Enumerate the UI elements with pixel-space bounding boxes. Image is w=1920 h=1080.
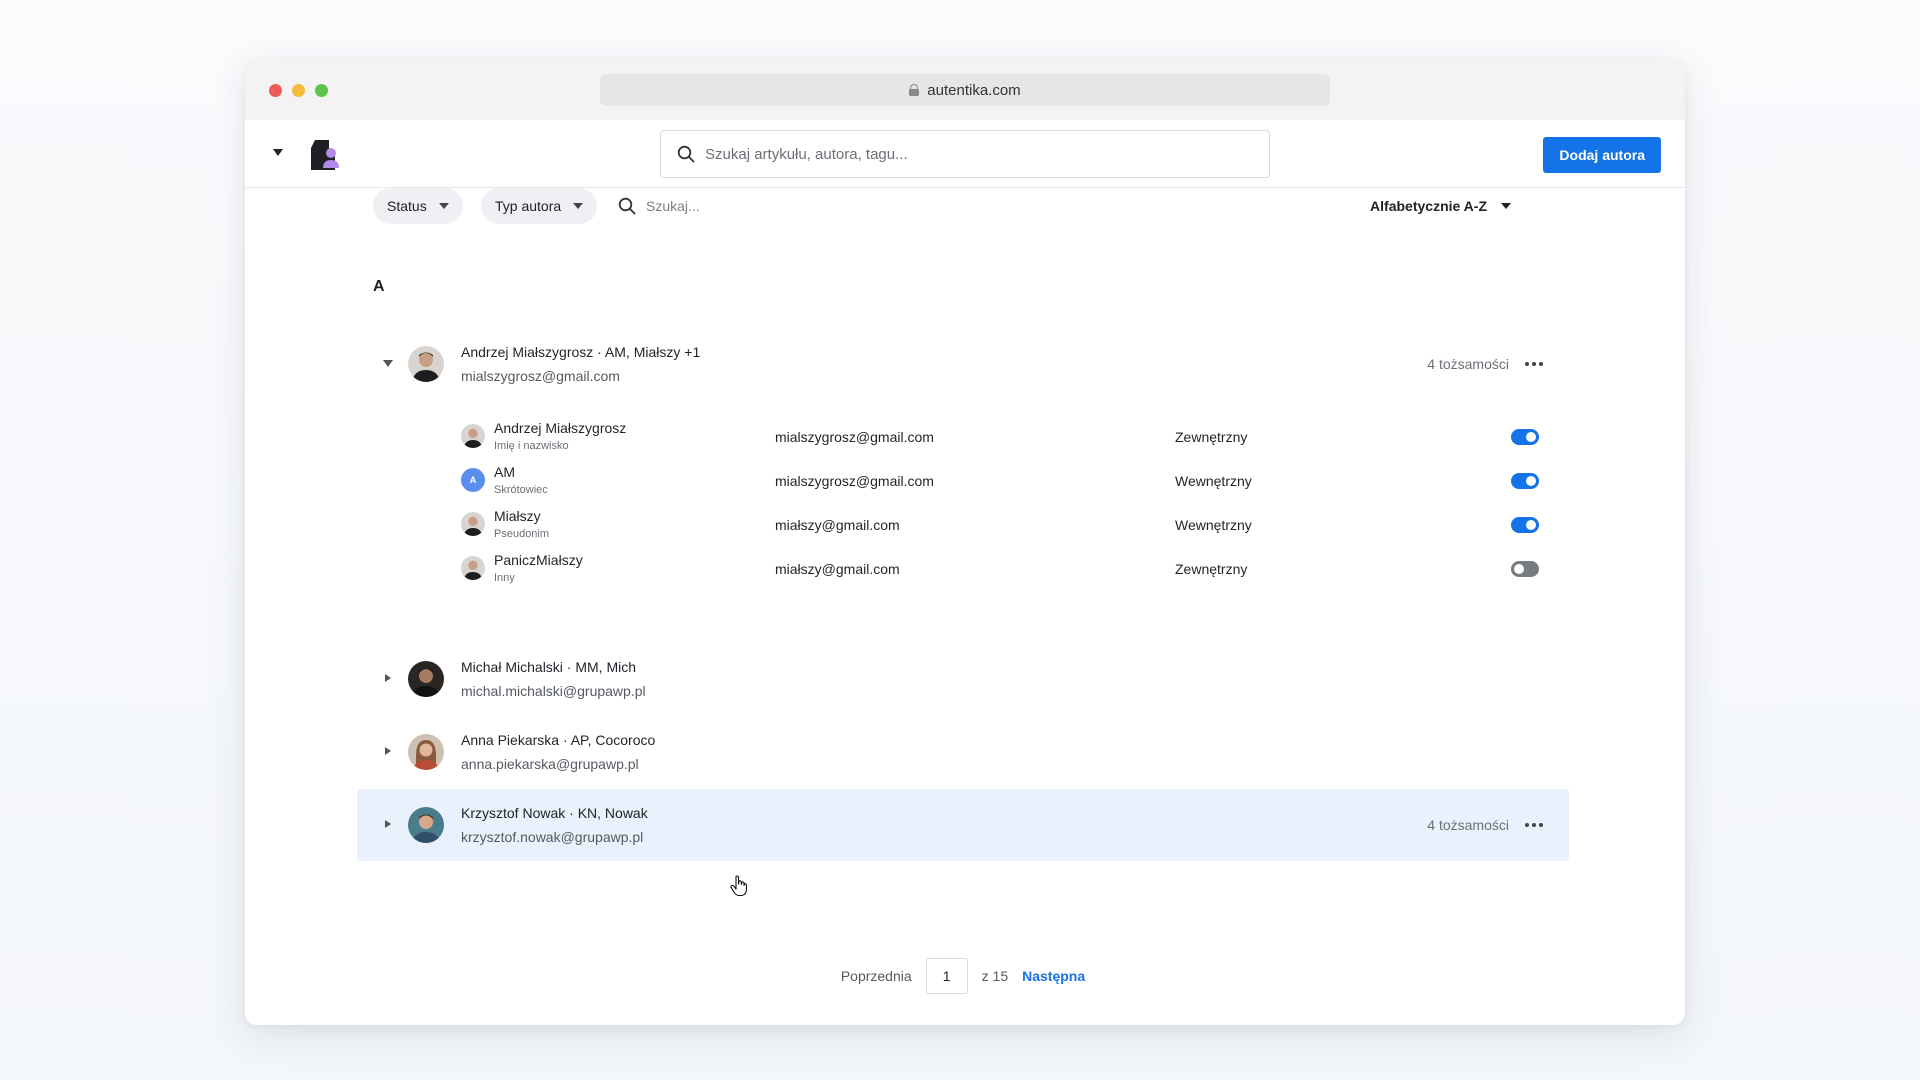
chevron-down-icon <box>1501 203 1511 209</box>
identity-type: Imię i nazwisko <box>494 440 569 452</box>
minimize-window-button[interactable] <box>292 84 305 97</box>
identity-row: Andrzej Miałszygrosz Imię i nazwisko mia… <box>461 414 1541 458</box>
search-icon <box>618 197 636 215</box>
author-row[interactable]: Krzysztof Nowak · KN, Nowak krzysztof.no… <box>357 789 1569 861</box>
filter-search[interactable]: Szukaj... <box>618 188 700 224</box>
page-number-input[interactable] <box>925 958 968 994</box>
author-email: krzysztof.nowak@grupawp.pl <box>461 829 644 845</box>
more-icon[interactable] <box>1525 362 1543 366</box>
filter-search-placeholder: Szukaj... <box>646 198 700 214</box>
group-letter: A <box>373 278 385 295</box>
identity-type: Inny <box>494 572 515 584</box>
identity-row: A AM Skrótowiec mialszygrosz@gmail.com W… <box>461 458 1541 502</box>
avatar <box>408 346 444 382</box>
identity-email: mialszygrosz@gmail.com <box>775 473 934 489</box>
chevron-down-icon <box>573 203 584 209</box>
pagination: Poprzednia z 15 Następna <box>373 958 1553 994</box>
identity-type: Pseudonim <box>494 528 550 540</box>
avatar: A <box>461 468 485 492</box>
hand-cursor-icon <box>730 875 747 897</box>
author-email: mialszygrosz@gmail.com <box>461 368 620 384</box>
identity-kind: Wewnętrzny <box>1175 517 1252 533</box>
identity-type: Skrótowiec <box>494 484 548 496</box>
collapse-icon[interactable] <box>383 360 393 367</box>
identity-kind: Zewnętrzny <box>1175 561 1248 577</box>
author-email: michal.michalski@grupawp.pl <box>461 683 646 699</box>
identity-name: PaniczMiałszy <box>494 552 583 568</box>
next-page-button[interactable]: Następna <box>1022 968 1085 984</box>
identity-email: miałszy@gmail.com <box>775 561 900 577</box>
identity-toggle[interactable] <box>1511 517 1539 533</box>
author-name[interactable]: Andrzej Miałszygrosz · AM, Miałszy +1 <box>461 344 700 360</box>
more-icon[interactable] <box>1525 823 1543 827</box>
sort-label: Alfabetycznie A-Z <box>1370 198 1487 214</box>
identity-email: miałszy@gmail.com <box>775 517 900 533</box>
expand-icon[interactable] <box>385 820 391 828</box>
browser-window: autentika.com Dodaj autora Status Typ au… <box>245 60 1685 1025</box>
menu-toggle-icon[interactable] <box>273 149 283 156</box>
close-window-button[interactable] <box>269 84 282 97</box>
maximize-window-button[interactable] <box>315 84 328 97</box>
identity-count: 4 tożsamości <box>1427 356 1509 372</box>
browser-chrome: autentika.com <box>245 60 1685 120</box>
identity-email: mialszygrosz@gmail.com <box>775 429 934 445</box>
chevron-down-icon <box>438 203 449 209</box>
identity-row: Miałszy Pseudonim miałszy@gmail.com Wewn… <box>461 502 1541 546</box>
avatar <box>408 661 444 697</box>
url-text: autentika.com <box>927 81 1021 99</box>
author-email: anna.piekarska@grupawp.pl <box>461 756 639 772</box>
identity-toggle[interactable] <box>1511 429 1539 445</box>
lock-icon <box>909 84 920 96</box>
avatar <box>461 512 485 536</box>
global-search-input[interactable] <box>705 145 1245 163</box>
status-filter[interactable]: Status <box>373 188 463 224</box>
author-type-filter-label: Typ autora <box>495 198 562 214</box>
author-name[interactable]: Krzysztof Nowak · KN, Nowak <box>461 805 648 821</box>
window-controls <box>269 84 328 97</box>
avatar <box>461 556 485 580</box>
sort-dropdown[interactable]: Alfabetycznie A-Z <box>1370 188 1511 224</box>
search-icon <box>677 145 695 163</box>
add-author-button[interactable]: Dodaj autora <box>1543 137 1661 173</box>
identity-toggle[interactable] <box>1511 473 1539 489</box>
identity-toggle[interactable] <box>1511 561 1539 577</box>
identity-kind: Wewnętrzny <box>1175 473 1252 489</box>
identity-row: PaniczMiałszy Inny miałszy@gmail.com Zew… <box>461 546 1541 590</box>
identity-name: AM <box>494 464 515 480</box>
avatar <box>461 424 485 448</box>
address-bar[interactable]: autentika.com <box>600 74 1330 106</box>
author-name[interactable]: Anna Piekarska · AP, Cocoroco <box>461 732 655 748</box>
identity-name: Miałszy <box>494 508 541 524</box>
filter-bar: Status Typ autora Szukaj... Alfabetyczni… <box>373 188 1553 224</box>
author-name[interactable]: Michał Michalski · MM, Mich <box>461 659 636 675</box>
authors-panel: Status Typ autora Szukaj... Alfabetyczni… <box>357 188 1569 994</box>
prev-page-button[interactable]: Poprzednia <box>841 968 912 984</box>
expand-icon[interactable] <box>385 747 391 755</box>
identity-name: Andrzej Miałszygrosz <box>494 420 627 436</box>
global-search[interactable] <box>660 130 1270 178</box>
app-logo-icon <box>311 140 339 170</box>
author-row[interactable]: Andrzej Miałszygrosz · AM, Miałszy +1 mi… <box>357 328 1569 400</box>
author-type-filter[interactable]: Typ autora <box>481 188 598 224</box>
avatar <box>408 807 444 843</box>
identity-count: 4 tożsamości <box>1427 817 1509 833</box>
identity-kind: Zewnętrzny <box>1175 429 1248 445</box>
author-row[interactable]: Anna Piekarska · AP, Cocoroco anna.pieka… <box>357 716 1569 788</box>
status-filter-label: Status <box>387 198 427 214</box>
app-header: Dodaj autora <box>245 120 1685 188</box>
page-total: z 15 <box>981 968 1009 984</box>
avatar <box>408 734 444 770</box>
author-row[interactable]: Michał Michalski · MM, Mich michal.micha… <box>357 643 1569 715</box>
expand-icon[interactable] <box>385 674 391 682</box>
